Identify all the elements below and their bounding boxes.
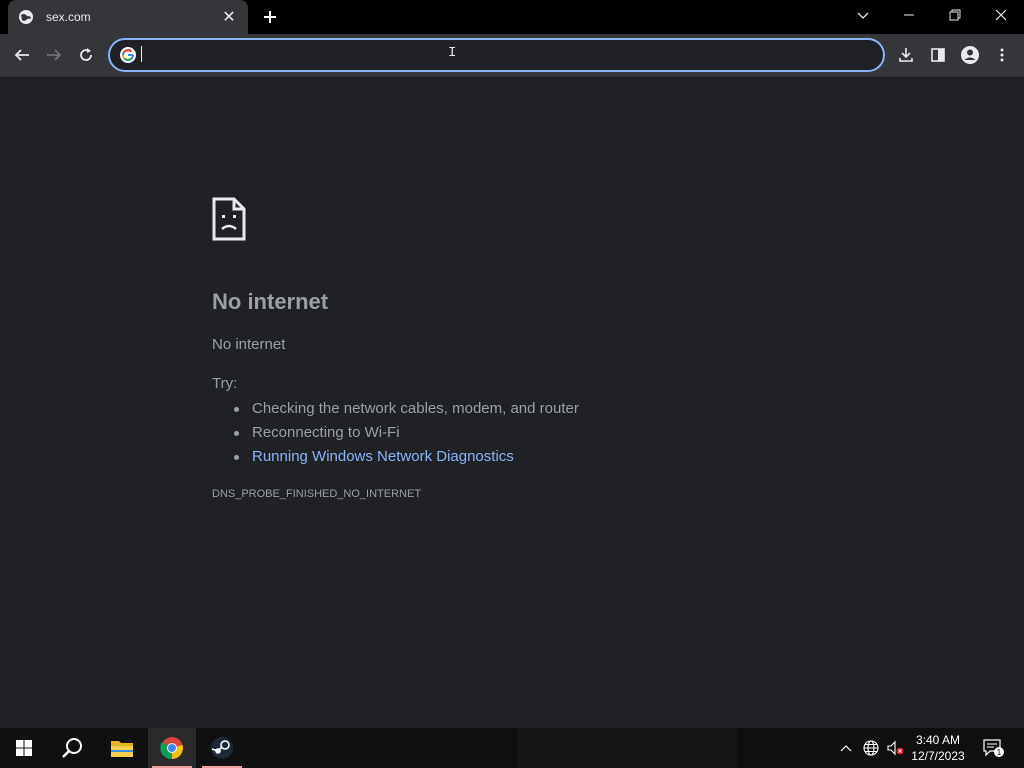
error-subtitle: No internet: [212, 336, 286, 353]
volume-muted-icon: [887, 740, 904, 756]
globe-network-icon: [863, 740, 879, 756]
address-bar[interactable]: [108, 38, 885, 72]
profile-button[interactable]: [955, 40, 985, 70]
google-g-icon: [120, 47, 136, 63]
error-title: No internet: [212, 289, 329, 314]
window-close-button[interactable]: [978, 0, 1024, 30]
new-tab-button[interactable]: [258, 6, 282, 28]
suggestion-item: Reconnecting to Wi-Fi: [232, 421, 579, 445]
steam-icon: [211, 737, 233, 759]
text-cursor-icon: I: [448, 45, 457, 61]
search-icon: [62, 738, 82, 758]
action-center-button[interactable]: 1: [978, 728, 1008, 768]
chevron-up-icon: [840, 745, 852, 752]
downloads-button[interactable]: [891, 40, 921, 70]
kebab-menu-icon: [1000, 48, 1004, 62]
tab-search-button[interactable]: [840, 0, 886, 30]
taskbar: 3:40 AM 12/7/2023 1: [0, 728, 1024, 768]
forward-button[interactable]: [39, 40, 69, 70]
suggestions-list: Checking the network cables, modem, and …: [232, 397, 579, 469]
tab-title: sex.com: [46, 10, 91, 24]
notification-count: 1: [997, 748, 1002, 757]
chrome-icon: [160, 737, 183, 760]
arrow-right-icon: [47, 49, 62, 61]
file-explorer-button[interactable]: [98, 728, 146, 768]
chevron-down-icon: [857, 12, 869, 19]
windows-start-icon: [16, 740, 32, 756]
show-hidden-icons-button[interactable]: [836, 728, 856, 768]
browser-toolbar: [0, 34, 1024, 77]
volume-button[interactable]: [884, 728, 906, 768]
address-input[interactable]: [136, 40, 883, 70]
steam-taskbar-button[interactable]: [198, 728, 246, 768]
suggestion-item: Checking the network cables, modem, and …: [232, 397, 579, 421]
avatar-icon: [961, 46, 979, 64]
start-button[interactable]: [0, 728, 48, 768]
network-diagnostics-link[interactable]: Running Windows Network Diagnostics: [232, 445, 579, 469]
side-panel-button[interactable]: [923, 40, 953, 70]
taskbar-background: [517, 728, 737, 768]
arrow-left-icon: [14, 49, 29, 61]
close-icon: [995, 9, 1007, 21]
minimize-icon: [904, 14, 914, 16]
download-icon: [899, 48, 913, 62]
system-clock[interactable]: 3:40 AM 12/7/2023: [906, 732, 970, 764]
reload-button[interactable]: [71, 40, 101, 70]
chrome-taskbar-button[interactable]: [148, 728, 196, 768]
notification-icon: 1: [983, 739, 1004, 757]
error-code: DNS_PROBE_FINISHED_NO_INTERNET: [212, 488, 422, 500]
restore-icon: [949, 9, 961, 21]
side-panel-icon: [931, 48, 945, 62]
minimize-button[interactable]: [886, 0, 932, 30]
back-button[interactable]: [7, 40, 37, 70]
reload-icon: [80, 48, 92, 61]
title-bar: sex.com ✕: [0, 0, 1024, 34]
clock-time: 3:40 AM: [915, 733, 961, 747]
restore-button[interactable]: [932, 0, 978, 30]
network-button[interactable]: [860, 728, 882, 768]
menu-button[interactable]: [987, 40, 1017, 70]
plus-icon: [264, 11, 276, 23]
try-label: Try:: [212, 375, 238, 392]
globe-icon: [18, 9, 34, 25]
search-button[interactable]: [48, 728, 96, 768]
browser-tab[interactable]: sex.com ✕: [8, 0, 248, 34]
tab-close-icon[interactable]: ✕: [220, 8, 238, 26]
file-explorer-icon: [111, 741, 133, 757]
sad-page-icon: [212, 197, 246, 241]
text-caret: [141, 46, 142, 62]
clock-date: 12/7/2023: [911, 749, 965, 763]
error-page: No internet No internet Try: Checking th…: [0, 77, 1024, 728]
